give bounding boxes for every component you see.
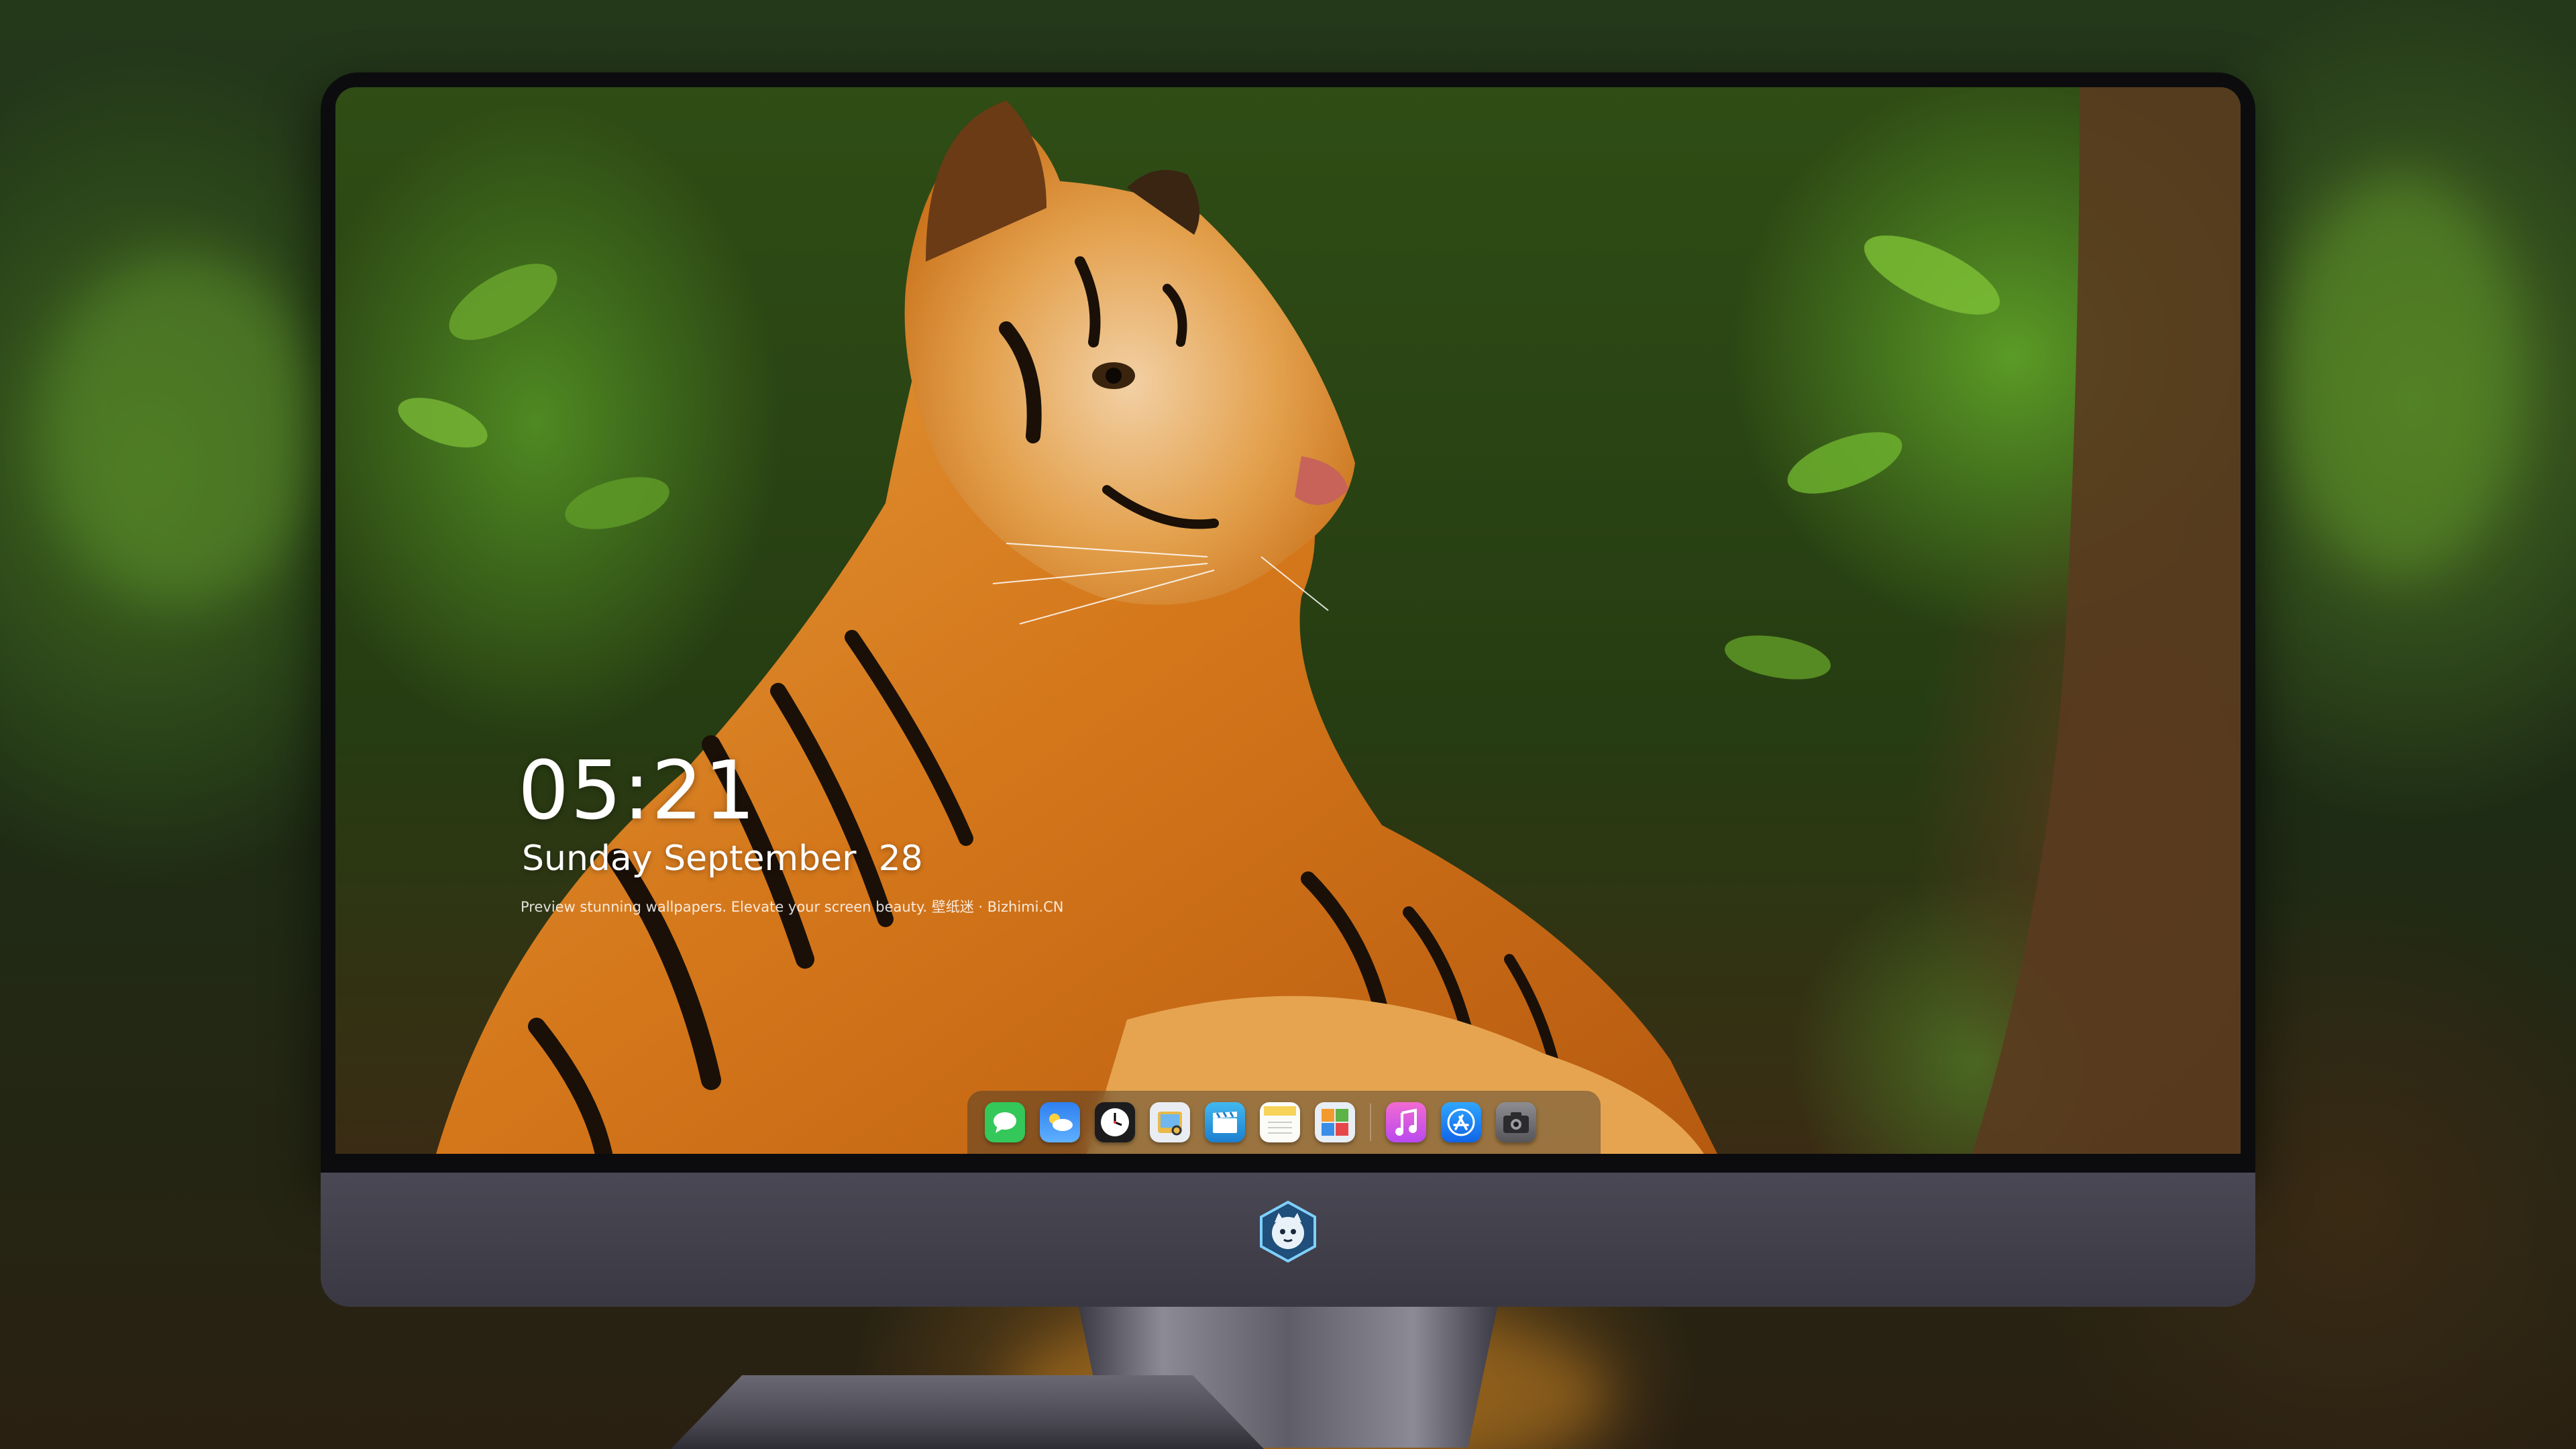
- background-bokeh: [40, 255, 322, 604]
- lock-screen[interactable]: 05:21 Sunday September 28 Preview stunni…: [335, 87, 2241, 1154]
- monitor-chin: [321, 1173, 2255, 1307]
- messages-app-icon[interactable]: [985, 1102, 1025, 1142]
- preview-app-icon[interactable]: [1150, 1102, 1190, 1142]
- desktop-scene: 05:21 Sunday September 28 Preview stunni…: [0, 0, 2576, 1449]
- clock-app-icon[interactable]: [1095, 1102, 1135, 1142]
- monitor-bezel: 05:21 Sunday September 28 Preview stunni…: [321, 72, 2255, 1173]
- app-store-app-icon[interactable]: [1441, 1102, 1481, 1142]
- monitor-stand-base: [671, 1375, 1264, 1449]
- monitor: 05:21 Sunday September 28 Preview stunni…: [321, 72, 2255, 1448]
- photo-collage-app-icon[interactable]: [1315, 1102, 1355, 1142]
- weather-app-icon[interactable]: [1040, 1102, 1080, 1142]
- wallpaper-tagline: Preview stunning wallpapers. Elevate you…: [521, 899, 1064, 915]
- music-app-icon[interactable]: [1386, 1102, 1426, 1142]
- tiger-wallpaper: [398, 87, 2241, 1154]
- dock: [967, 1091, 1601, 1154]
- lock-screen-date: Sunday September 28: [522, 839, 923, 879]
- mascot-logo-icon: [1260, 1200, 1316, 1263]
- notes-app-icon[interactable]: [1260, 1102, 1300, 1142]
- background-bokeh: [2281, 174, 2522, 577]
- camera-app-icon[interactable]: [1496, 1102, 1536, 1142]
- dock-separator: [1370, 1104, 1371, 1141]
- lock-screen-time: 05:21: [518, 745, 757, 838]
- clips-app-icon[interactable]: [1205, 1102, 1245, 1142]
